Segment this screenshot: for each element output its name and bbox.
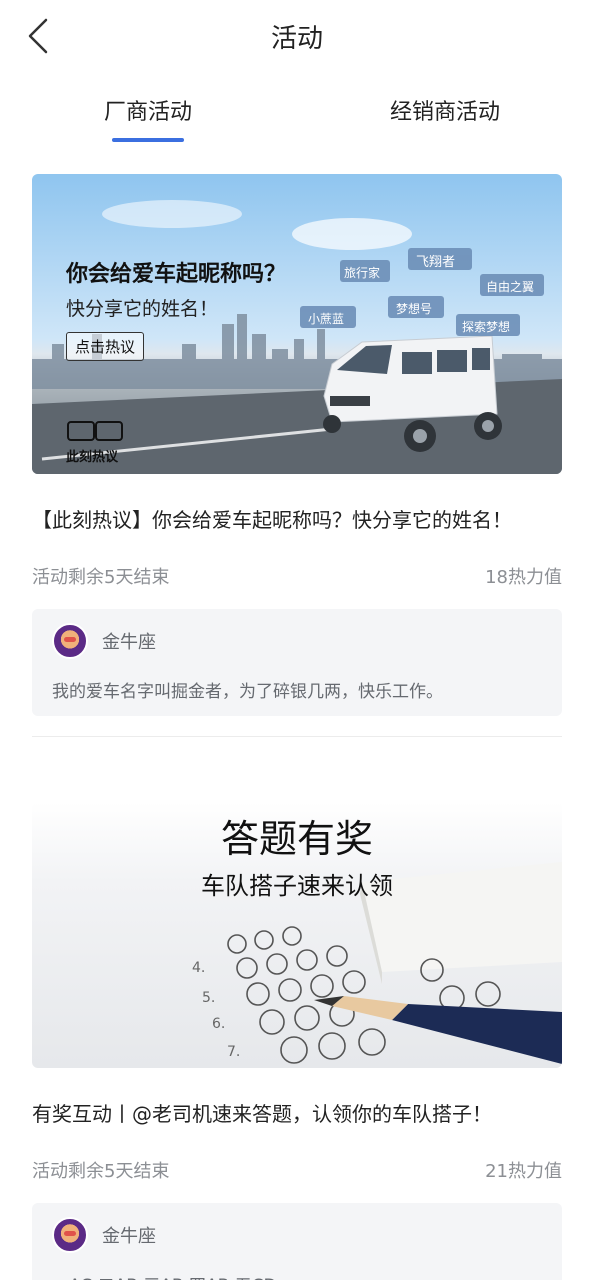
banner-headline: 答题有奖 xyxy=(220,817,373,861)
banner-subhead: 快分享它的姓名！ xyxy=(66,298,219,320)
activity-banner[interactable]: 你会给爱车起昵称吗？ 快分享它的姓名！ 点击热议 飞翔者 旅行家 自由之翼 梦想… xyxy=(32,174,562,474)
activity-card[interactable]: 4. 5. 6. 7. 答题有奖 车队搭子速来认领 有奖互动丨@老司机速来答题，… xyxy=(32,802,562,1280)
svg-text:7.: 7. xyxy=(227,1044,240,1060)
banner-headline: 你会给爱车起昵称吗？ xyxy=(66,262,287,287)
divider xyxy=(32,736,562,737)
bubble-mengxianghao: 梦想号 xyxy=(396,302,433,316)
active-tab-indicator xyxy=(112,138,184,142)
bubble-tansuomengxiang: 探索梦想 xyxy=(462,320,511,334)
activity-banner[interactable]: 4. 5. 6. 7. 答题有奖 车队搭子速来认领 xyxy=(32,802,562,1068)
header: 活动 xyxy=(0,0,594,72)
username: 金牛座 xyxy=(102,632,156,653)
avatar[interactable] xyxy=(52,623,88,659)
featured-comment[interactable]: 金牛座 我的爱车名字叫掘金者，为了碎银几两，快乐工作。 xyxy=(32,609,562,716)
svg-text:5.: 5. xyxy=(202,990,215,1006)
svg-text:4.: 4. xyxy=(192,960,205,976)
svg-text:6.: 6. xyxy=(212,1016,225,1032)
comment-user: 金牛座 xyxy=(52,623,542,659)
bubble-xiaozhelan: 小蔗蓝 xyxy=(308,312,345,326)
comment-text: 一AC 二AB 三AB 四AB 五CD xyxy=(52,1271,542,1280)
activity-meta: 活动剩余5天结束 21热力值 xyxy=(32,1157,562,1182)
tab-bar: 厂商活动 经销商活动 xyxy=(0,86,594,146)
bubble-feixiangzhe: 飞翔者 xyxy=(416,255,456,270)
comment-user: 金牛座 xyxy=(52,1217,542,1253)
bubble-lvxingjia: 旅行家 xyxy=(344,266,381,280)
heat-value: 21热力值 xyxy=(485,1161,562,1182)
remaining-time: 活动剩余5天结束 xyxy=(32,1161,170,1182)
username: 金牛座 xyxy=(102,1226,156,1247)
featured-comment[interactable]: 金牛座 一AC 二AB 三AB 四AB 五CD xyxy=(32,1203,562,1280)
avatar[interactable] xyxy=(52,1217,88,1253)
bubble-ziyouzhiyi: 自由之翼 xyxy=(486,280,535,294)
page-title: 活动 xyxy=(270,24,323,54)
activity-title[interactable]: 【此刻热议】你会给爱车起昵称吗？快分享它的姓名！ xyxy=(32,504,562,533)
tab-manufacturer-activities[interactable]: 厂商活动 xyxy=(104,94,192,126)
banner-logo-label: 此刻热议 xyxy=(66,450,119,465)
activity-meta: 活动剩余5天结束 18热力值 xyxy=(32,563,562,588)
remaining-time: 活动剩余5天结束 xyxy=(32,567,170,588)
banner-cta[interactable]: 点击热议 xyxy=(66,332,145,361)
activity-card[interactable]: 你会给爱车起昵称吗？ 快分享它的姓名！ 点击热议 飞翔者 旅行家 自由之翼 梦想… xyxy=(32,174,562,716)
tab-dealer-activities[interactable]: 经销商活动 xyxy=(390,94,500,126)
comment-text: 我的爱车名字叫掘金者，为了碎银几两，快乐工作。 xyxy=(52,682,443,702)
activity-title[interactable]: 有奖互动丨@老司机速来答题，认领你的车队搭子！ xyxy=(32,1098,562,1127)
heat-value: 18热力值 xyxy=(485,567,562,588)
banner-subhead: 车队搭子速来认领 xyxy=(201,872,393,900)
